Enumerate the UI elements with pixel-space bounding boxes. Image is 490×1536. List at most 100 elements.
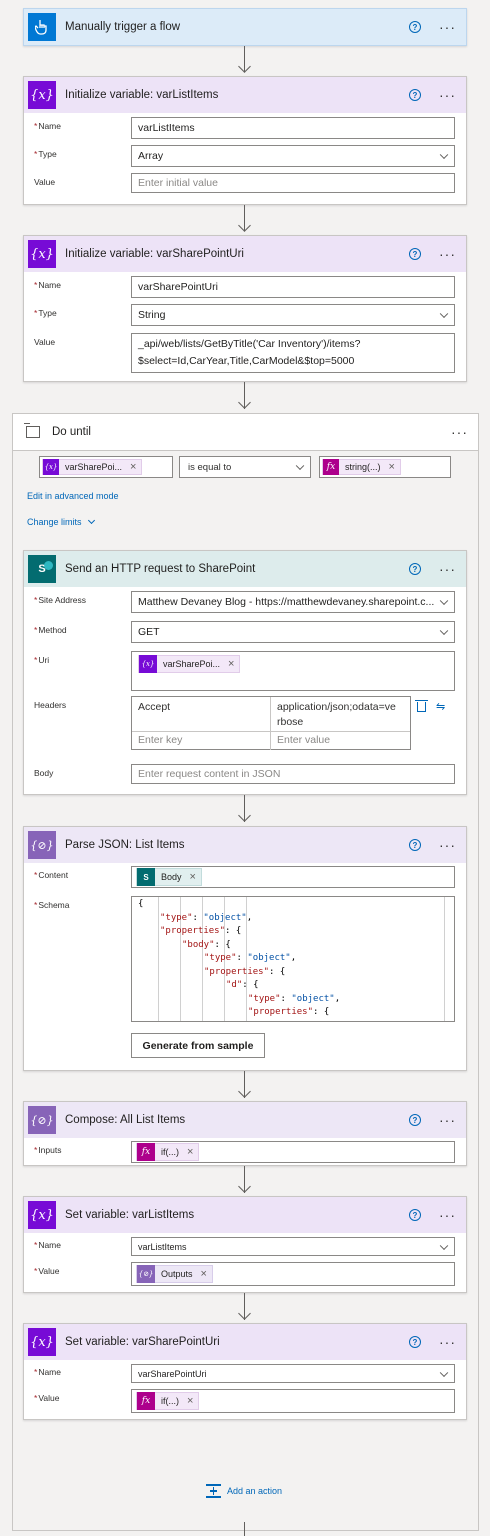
trigger-card[interactable]: Manually trigger a flow ? ··· bbox=[23, 8, 467, 46]
trigger-title: Manually trigger a flow bbox=[65, 21, 181, 33]
remove-token-icon[interactable]: × bbox=[187, 1146, 193, 1158]
site-address-dropdown[interactable]: Matthew Devaney Blog - https://matthewde… bbox=[131, 591, 455, 613]
content-input[interactable]: S Body × bbox=[131, 866, 455, 888]
header-value-cell[interactable]: application/json;odata=ve rbose bbox=[271, 697, 410, 732]
type-dropdown[interactable]: String bbox=[131, 304, 455, 326]
value-field[interactable]: fx if(...) × bbox=[131, 1389, 455, 1413]
switch-mode-icon[interactable]: ⇋ bbox=[436, 700, 445, 713]
name-dropdown[interactable]: varListItems bbox=[131, 1237, 455, 1256]
remove-token-icon[interactable]: × bbox=[228, 658, 234, 670]
remove-token-icon[interactable]: × bbox=[190, 871, 196, 883]
var-token[interactable]: {x} varSharePoi... × bbox=[138, 655, 241, 673]
compose-card: {⊘} Compose: All List Items ? ··· *Input… bbox=[23, 1101, 467, 1166]
add-action-label: Add an action bbox=[227, 1486, 283, 1496]
init-list-title: Initialize variable: varListItems bbox=[65, 89, 219, 101]
parse-json-title: Parse JSON: List Items bbox=[65, 839, 185, 851]
outputs-token[interactable]: {⊘} Outputs × bbox=[136, 1265, 213, 1283]
uri-input[interactable]: {x} varSharePoi... × bbox=[131, 651, 455, 691]
value-input[interactable]: _api/web/lists/GetByTitle('Car Inventory… bbox=[131, 333, 455, 373]
remove-token-icon[interactable]: × bbox=[389, 461, 395, 473]
condition-right-field[interactable]: fx string(...) × bbox=[319, 456, 451, 478]
help-icon[interactable]: ? bbox=[409, 1209, 421, 1221]
edit-advanced-link[interactable]: Edit in advanced mode bbox=[27, 491, 119, 501]
more-options-icon[interactable]: ··· bbox=[439, 87, 456, 103]
hand-pointer-icon bbox=[28, 13, 56, 41]
help-icon[interactable]: ? bbox=[409, 1114, 421, 1126]
sharepoint-icon: S bbox=[137, 868, 155, 886]
schema-line: "properties": { bbox=[248, 1007, 330, 1017]
more-options-icon[interactable]: ··· bbox=[439, 1112, 456, 1128]
more-options-icon[interactable]: ··· bbox=[439, 561, 456, 577]
help-icon[interactable]: ? bbox=[409, 89, 421, 101]
type-label: *Type bbox=[34, 149, 57, 159]
change-limits-link[interactable]: Change limits bbox=[27, 516, 95, 527]
schema-line: "body": { bbox=[182, 939, 231, 950]
method-dropdown[interactable]: GET bbox=[131, 621, 455, 643]
help-icon[interactable]: ? bbox=[409, 248, 421, 260]
sharepoint-icon: S bbox=[28, 555, 56, 583]
value-line-1: _api/web/lists/GetByTitle('Car Inventory… bbox=[138, 338, 361, 350]
operator-dropdown[interactable]: is equal to bbox=[179, 456, 311, 478]
chevron-down-icon bbox=[439, 309, 449, 319]
generate-from-sample-button[interactable]: Generate from sample bbox=[131, 1033, 265, 1058]
expression-token[interactable]: fx string(...) × bbox=[322, 459, 401, 475]
help-icon[interactable]: ? bbox=[409, 1336, 421, 1348]
schema-line: "type": "object", bbox=[248, 993, 341, 1004]
name-dropdown[interactable]: varSharePointUri bbox=[131, 1364, 455, 1383]
set-list-card: {x} Set variable: varListItems ? ··· *Na… bbox=[23, 1196, 467, 1293]
variable-icon: {x} bbox=[28, 1328, 56, 1356]
condition-left-field[interactable]: {x} varSharePoi... × bbox=[39, 456, 173, 478]
more-options-icon[interactable]: ··· bbox=[439, 1207, 456, 1223]
site-address-label: *Site Address bbox=[34, 595, 87, 605]
help-icon[interactable]: ? bbox=[409, 563, 421, 575]
inputs-field[interactable]: fx if(...) × bbox=[131, 1141, 455, 1163]
remove-token-icon[interactable]: × bbox=[201, 1268, 207, 1280]
value-label: *Value bbox=[34, 1266, 60, 1276]
body-token[interactable]: S Body × bbox=[136, 868, 202, 886]
init-list-card: {x} Initialize variable: varListItems ? … bbox=[23, 76, 467, 205]
remove-token-icon[interactable]: × bbox=[187, 1395, 193, 1407]
delete-icon[interactable] bbox=[415, 700, 428, 712]
init-uri-header[interactable]: {x} Initialize variable: varSharePointUr… bbox=[24, 236, 466, 272]
more-options-icon[interactable]: ··· bbox=[439, 246, 456, 262]
name-field[interactable]: varSharePointUri bbox=[131, 276, 455, 298]
more-options-icon[interactable]: ··· bbox=[439, 837, 456, 853]
value-label: *Value bbox=[34, 1393, 60, 1403]
name-field[interactable]: varListItems bbox=[131, 117, 455, 139]
header-key-cell[interactable]: Accept bbox=[132, 697, 271, 732]
set-list-header[interactable]: {x} Set variable: varListItems ? ··· bbox=[24, 1197, 466, 1233]
expression-token[interactable]: fx if(...) × bbox=[136, 1392, 200, 1410]
schema-line: "properties": { bbox=[204, 966, 286, 977]
help-icon[interactable]: ? bbox=[409, 21, 421, 33]
var-token[interactable]: {x} varSharePoi... × bbox=[42, 459, 143, 475]
headers-table: Accept application/json;odata=ve rbose E… bbox=[131, 696, 411, 750]
schema-label: *Schema bbox=[34, 900, 70, 910]
set-uri-header[interactable]: {x} Set variable: varSharePointUri ? ··· bbox=[24, 1324, 466, 1360]
value-field[interactable]: {⊘} Outputs × bbox=[131, 1262, 455, 1286]
more-options-icon[interactable]: ··· bbox=[439, 19, 456, 35]
header-key-input[interactable]: Enter key bbox=[132, 732, 271, 750]
value-input[interactable]: Enter initial value bbox=[131, 173, 455, 193]
schema-line: "type": "object", bbox=[204, 953, 297, 963]
type-dropdown[interactable]: Array bbox=[131, 145, 455, 167]
remove-token-icon[interactable]: × bbox=[130, 461, 136, 473]
more-options-icon[interactable]: ··· bbox=[439, 1334, 456, 1350]
set-uri-card: {x} Set variable: varSharePointUri ? ···… bbox=[23, 1323, 467, 1420]
do-until-header[interactable]: Do until ··· bbox=[13, 414, 478, 451]
name-label: *Name bbox=[34, 1367, 61, 1377]
http-title: Send an HTTP request to SharePoint bbox=[65, 563, 256, 575]
schema-editor[interactable]: {"type": "object", "properties": {"body":… bbox=[131, 896, 455, 1022]
parse-json-header[interactable]: {⊘} Parse JSON: List Items ? ··· bbox=[24, 827, 466, 863]
content-label: *Content bbox=[34, 870, 69, 880]
help-icon[interactable]: ? bbox=[409, 839, 421, 851]
expression-token[interactable]: fx if(...) × bbox=[136, 1143, 200, 1161]
compose-header[interactable]: {⊘} Compose: All List Items ? ··· bbox=[24, 1102, 466, 1138]
add-action-button[interactable]: Add an action bbox=[206, 1484, 282, 1498]
header-value-input[interactable]: Enter value bbox=[271, 732, 410, 750]
init-list-header[interactable]: {x} Initialize variable: varListItems ? … bbox=[24, 77, 466, 113]
data-operation-icon: {⊘} bbox=[137, 1265, 155, 1283]
more-options-icon[interactable]: ··· bbox=[451, 424, 468, 440]
http-header[interactable]: S Send an HTTP request to SharePoint ? ·… bbox=[24, 551, 466, 587]
variable-icon: {x} bbox=[139, 655, 157, 673]
body-input[interactable]: Enter request content in JSON bbox=[131, 764, 455, 784]
